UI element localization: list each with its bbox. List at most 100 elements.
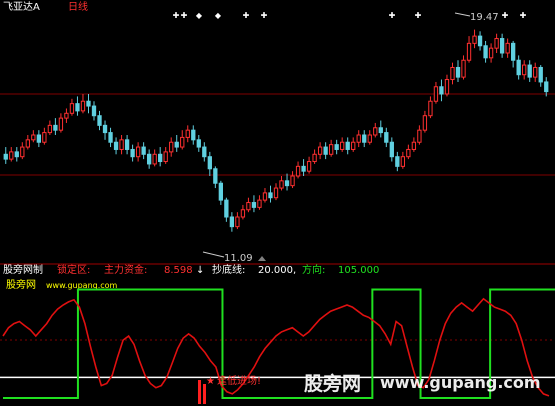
candle-body [367,134,372,143]
candle-body [334,144,339,150]
candle-body [113,141,119,150]
candle-body [141,146,146,155]
buy-signal: ★ 逢低进场! [198,374,261,404]
candle-body [527,64,532,78]
direction-label: 方向: [302,263,325,276]
candle-body [80,100,86,112]
period-label: 日线 [68,0,88,13]
grid-lines [0,93,555,341]
low-label: 11.09 [224,253,253,264]
low-annotation: 11.09 [202,251,253,264]
star-icon: ★ [206,376,215,387]
candle-body [108,132,113,143]
signal-bar [198,380,201,404]
plus-marker-icon: ✚ [261,11,268,20]
candle-body [169,141,174,153]
stock-name: 飞亚达A [3,1,40,13]
main-fund-label: 主力资金: [104,263,147,276]
plus-marker-icon: ✚ [502,11,509,20]
candle-body [301,165,306,172]
lock-label: 锁定区: [57,263,90,276]
candle-body [378,127,383,134]
diamond-marker-icon: ◆ [215,11,222,20]
candle-body [362,134,367,143]
candle-body [406,148,411,158]
candle-body [251,202,257,208]
candle-body [306,161,312,172]
candle-body [196,139,201,148]
candle-body [433,86,439,102]
candle-body [69,103,75,114]
candle-body [158,153,163,163]
candle-body [163,151,168,163]
candle-body [538,66,543,83]
triangle-marker-icon [258,256,266,261]
high-annotation: 19.47 [454,12,499,23]
candle-body [20,146,25,158]
candle-body [494,38,499,49]
candle-body [483,45,488,59]
candle-body [345,141,350,150]
candle-body [351,141,356,150]
candle-body [533,66,538,78]
candle-body [505,42,510,54]
candle-body [47,124,53,134]
indicator-name: 股旁网制 [3,263,43,276]
candle-body [510,42,516,61]
candle-body [323,146,328,155]
candle-body [64,112,69,119]
candle-body [455,66,461,78]
candle-body [42,132,47,143]
candle-body [395,156,400,167]
candle-body [340,141,345,150]
plus-marker-icon: ✚ [181,11,188,20]
candle-body [444,79,450,95]
low-pointer-line [202,251,225,258]
candle-body [284,180,290,187]
candle-body [218,182,224,201]
candle-body [58,117,64,131]
signal-bar [203,384,206,404]
plus-marker-icon: ✚ [415,11,422,20]
plus-marker-icon: ✚ [243,11,250,20]
plus-marker-icon: ✚ [173,11,180,20]
candle-body [472,35,477,44]
candle-body [191,129,196,141]
candle-body [522,64,527,76]
candle-body [262,192,268,201]
candle-body [152,153,157,165]
candle-body [373,127,378,136]
candle-body [174,141,179,148]
high-label: 19.47 [470,12,499,23]
candle-body [273,187,279,199]
watermark: 股旁网 www.gupang.com [304,372,541,395]
candle-body [384,132,389,143]
candle-body [268,192,273,199]
candle-body [516,59,521,76]
candle-body [422,115,428,131]
direction-value: 105.000 [338,265,379,276]
candle-body [146,153,152,165]
candle-body [119,139,124,150]
candle-body [417,129,422,143]
candle-body [86,100,91,107]
candle-body [246,202,251,211]
bottom-line-label: 抄底线: [212,263,245,276]
candle-body [180,136,185,148]
candle-body [202,146,207,158]
candle-body [14,151,19,158]
candle-body [356,134,361,143]
candle-body [53,124,58,131]
watermark-brand: 股旁网 [304,372,361,395]
candle-body [295,165,301,177]
candle-body [130,148,135,158]
candlestick-series [3,29,549,232]
candle-body [3,153,8,160]
candle-body [75,103,80,112]
candle-body [135,146,141,158]
candle-body [25,139,30,148]
candle-body [328,144,334,155]
candle-body [229,216,235,228]
bottom-line-value: 20.000, [258,265,296,276]
candle-body [185,129,190,138]
